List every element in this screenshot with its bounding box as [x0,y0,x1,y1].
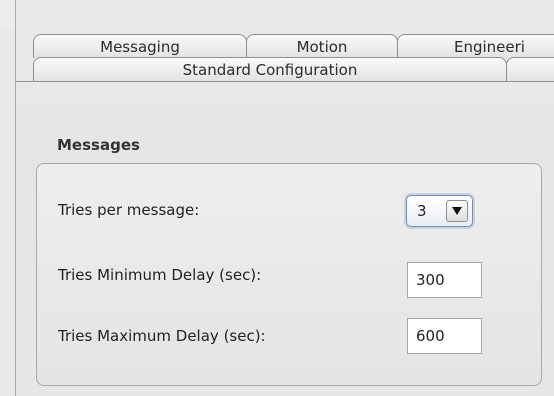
tab-motion-label: Motion [296,37,348,56]
dropdown-arrow-icon[interactable] [446,200,468,222]
tries-per-message-label: Tries per message: [58,201,200,219]
tries-per-message-value: 3 [417,202,427,220]
tab-motion[interactable]: Motion [246,34,398,58]
tab-partial[interactable] [506,57,554,83]
tab-engineering[interactable]: Engineeri [397,34,554,58]
max-delay-field[interactable] [407,318,482,354]
tab-engineering-label: Engineeri [454,37,525,56]
tab-messaging[interactable]: Messaging [33,34,247,58]
tab-standard-configuration[interactable]: Standard Configuration [33,57,507,83]
min-delay-field[interactable] [407,262,482,298]
tab-messaging-label: Messaging [100,37,180,56]
max-delay-label: Tries Maximum Delay (sec): [58,327,266,345]
settings-window: Messaging Motion Engineeri Standard Conf… [0,0,554,396]
min-delay-label: Tries Minimum Delay (sec): [58,266,262,284]
messages-group-title: Messages [57,136,140,154]
tries-per-message-select[interactable]: 3 [406,195,473,227]
tab-standard-configuration-label: Standard Configuration [182,61,358,79]
